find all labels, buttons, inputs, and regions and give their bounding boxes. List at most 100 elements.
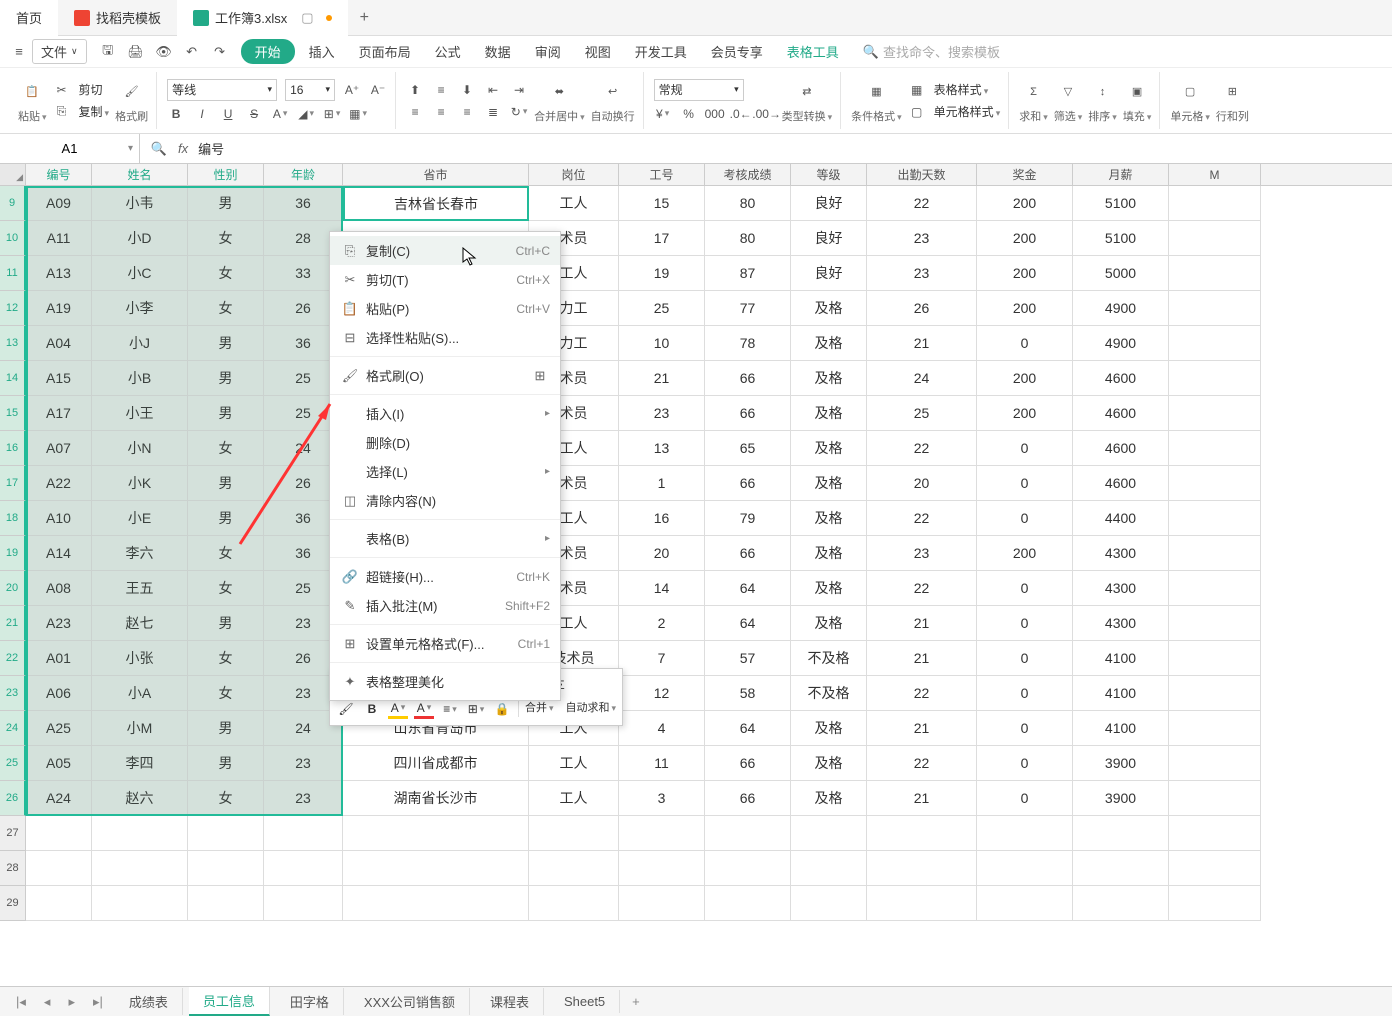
select-all-corner[interactable]: ◢ (0, 164, 26, 185)
cell[interactable]: 36 (264, 186, 343, 221)
cell[interactable] (1169, 606, 1261, 641)
cell[interactable]: A13 (26, 256, 92, 291)
row-header[interactable]: 14 (0, 361, 26, 396)
ribbon-review[interactable]: 审阅 (525, 38, 571, 65)
cell[interactable]: 四川省成都市 (343, 746, 529, 781)
cell[interactable] (188, 816, 264, 851)
border-button[interactable]: ⊞ (466, 699, 486, 719)
cell[interactable]: A08 (26, 571, 92, 606)
cell[interactable] (1169, 536, 1261, 571)
row-header[interactable]: 29 (0, 886, 26, 921)
cell[interactable] (1169, 781, 1261, 816)
cell[interactable]: 4300 (1073, 606, 1169, 641)
cell[interactable] (264, 851, 343, 886)
cell[interactable]: 77 (705, 291, 791, 326)
cell[interactable]: 4600 (1073, 396, 1169, 431)
col-header-i[interactable]: 等级 (791, 164, 867, 185)
highlight-button[interactable]: A (388, 699, 408, 719)
col-header-l[interactable]: 月薪 (1073, 164, 1169, 185)
align-middle-icon[interactable]: ≡ (432, 81, 450, 99)
merge-button[interactable]: ⬌合并居中 (534, 78, 585, 124)
cell[interactable]: 11 (619, 746, 705, 781)
cell[interactable]: 湖南省长沙市 (343, 781, 529, 816)
cell[interactable] (791, 886, 867, 921)
cell[interactable]: 良好 (791, 221, 867, 256)
cell[interactable] (1169, 676, 1261, 711)
cell[interactable]: 4100 (1073, 676, 1169, 711)
cell[interactable]: 工人 (529, 186, 619, 221)
cell[interactable]: 女 (188, 676, 264, 711)
cell[interactable]: 26 (867, 291, 977, 326)
row-header[interactable]: 11 (0, 256, 26, 291)
formula-value[interactable]: 编号 (198, 139, 224, 158)
cell[interactable]: 21 (867, 606, 977, 641)
cell[interactable]: 4400 (1073, 501, 1169, 536)
cell[interactable]: 80 (705, 186, 791, 221)
cell[interactable]: A05 (26, 746, 92, 781)
cell[interactable]: 0 (977, 326, 1073, 361)
cell[interactable]: 及格 (791, 536, 867, 571)
rowcol-button[interactable]: ⊞行和列 (1216, 78, 1249, 124)
cell[interactable]: 及格 (791, 571, 867, 606)
cell[interactable] (1169, 361, 1261, 396)
cell[interactable] (264, 816, 343, 851)
cell[interactable]: 小M (92, 711, 188, 746)
ribbon-formula[interactable]: 公式 (425, 38, 471, 65)
number-format-select[interactable]: 常规▾ (654, 79, 744, 101)
ctx-cut[interactable]: ✂剪切(T)Ctrl+X (330, 265, 560, 294)
cell[interactable] (705, 886, 791, 921)
border-button[interactable]: ⊞ (323, 105, 341, 123)
cell-style-button[interactable]: ▢单元格样式 (908, 103, 1001, 121)
align-center-icon[interactable]: ≡ (432, 103, 450, 121)
col-header-j[interactable]: 出勤天数 (867, 164, 977, 185)
fx-icon[interactable]: fx (178, 141, 188, 156)
italic-button[interactable]: I (193, 105, 211, 123)
row-header[interactable]: 27 (0, 816, 26, 851)
cell[interactable] (1169, 466, 1261, 501)
cell[interactable]: 及格 (791, 396, 867, 431)
cell[interactable]: 及格 (791, 606, 867, 641)
cell[interactable]: 19 (619, 256, 705, 291)
cell[interactable]: 66 (705, 746, 791, 781)
cell[interactable] (867, 886, 977, 921)
ctx-clear[interactable]: ◫清除内容(N) (330, 486, 560, 515)
cell[interactable]: A15 (26, 361, 92, 396)
cell[interactable] (1169, 431, 1261, 466)
cell[interactable]: 赵七 (92, 606, 188, 641)
cell[interactable]: 7 (619, 641, 705, 676)
cell[interactable] (1169, 641, 1261, 676)
row-header[interactable]: 17 (0, 466, 26, 501)
cell[interactable]: A01 (26, 641, 92, 676)
cell[interactable]: 57 (705, 641, 791, 676)
cell[interactable]: 及格 (791, 326, 867, 361)
cell[interactable]: 64 (705, 711, 791, 746)
print-icon[interactable]: 🖨 (127, 43, 145, 61)
grid-body[interactable]: 9A09小韦男36吉林省长春市工人1580良好22200510010A11小D女… (0, 186, 1392, 921)
cell[interactable]: 22 (867, 571, 977, 606)
ctx-paste[interactable]: 📋粘贴(P)Ctrl+V (330, 294, 560, 323)
cell[interactable]: 1 (619, 466, 705, 501)
cell[interactable] (1169, 186, 1261, 221)
cell[interactable]: 2 (619, 606, 705, 641)
cell[interactable]: A04 (26, 326, 92, 361)
cell[interactable]: 65 (705, 431, 791, 466)
ribbon-view[interactable]: 视图 (575, 38, 621, 65)
cell[interactable]: 小N (92, 431, 188, 466)
comma-icon[interactable]: 000 (706, 105, 724, 123)
cell[interactable]: 3 (619, 781, 705, 816)
cell[interactable]: A23 (26, 606, 92, 641)
cell[interactable] (619, 816, 705, 851)
row-header[interactable]: 9 (0, 186, 26, 221)
cell[interactable] (867, 851, 977, 886)
cell[interactable]: 及格 (791, 746, 867, 781)
cell[interactable]: 男 (188, 466, 264, 501)
cell[interactable]: 20 (619, 536, 705, 571)
cell[interactable]: 25 (867, 396, 977, 431)
col-header-a[interactable]: 编号 (26, 164, 92, 185)
tab-template[interactable]: 找稻壳模板 (58, 0, 177, 36)
cell[interactable] (1169, 501, 1261, 536)
cell[interactable]: A06 (26, 676, 92, 711)
cell[interactable]: 工人 (529, 746, 619, 781)
cell[interactable]: 20 (867, 466, 977, 501)
cell[interactable]: 吉林省长春市 (343, 186, 529, 221)
